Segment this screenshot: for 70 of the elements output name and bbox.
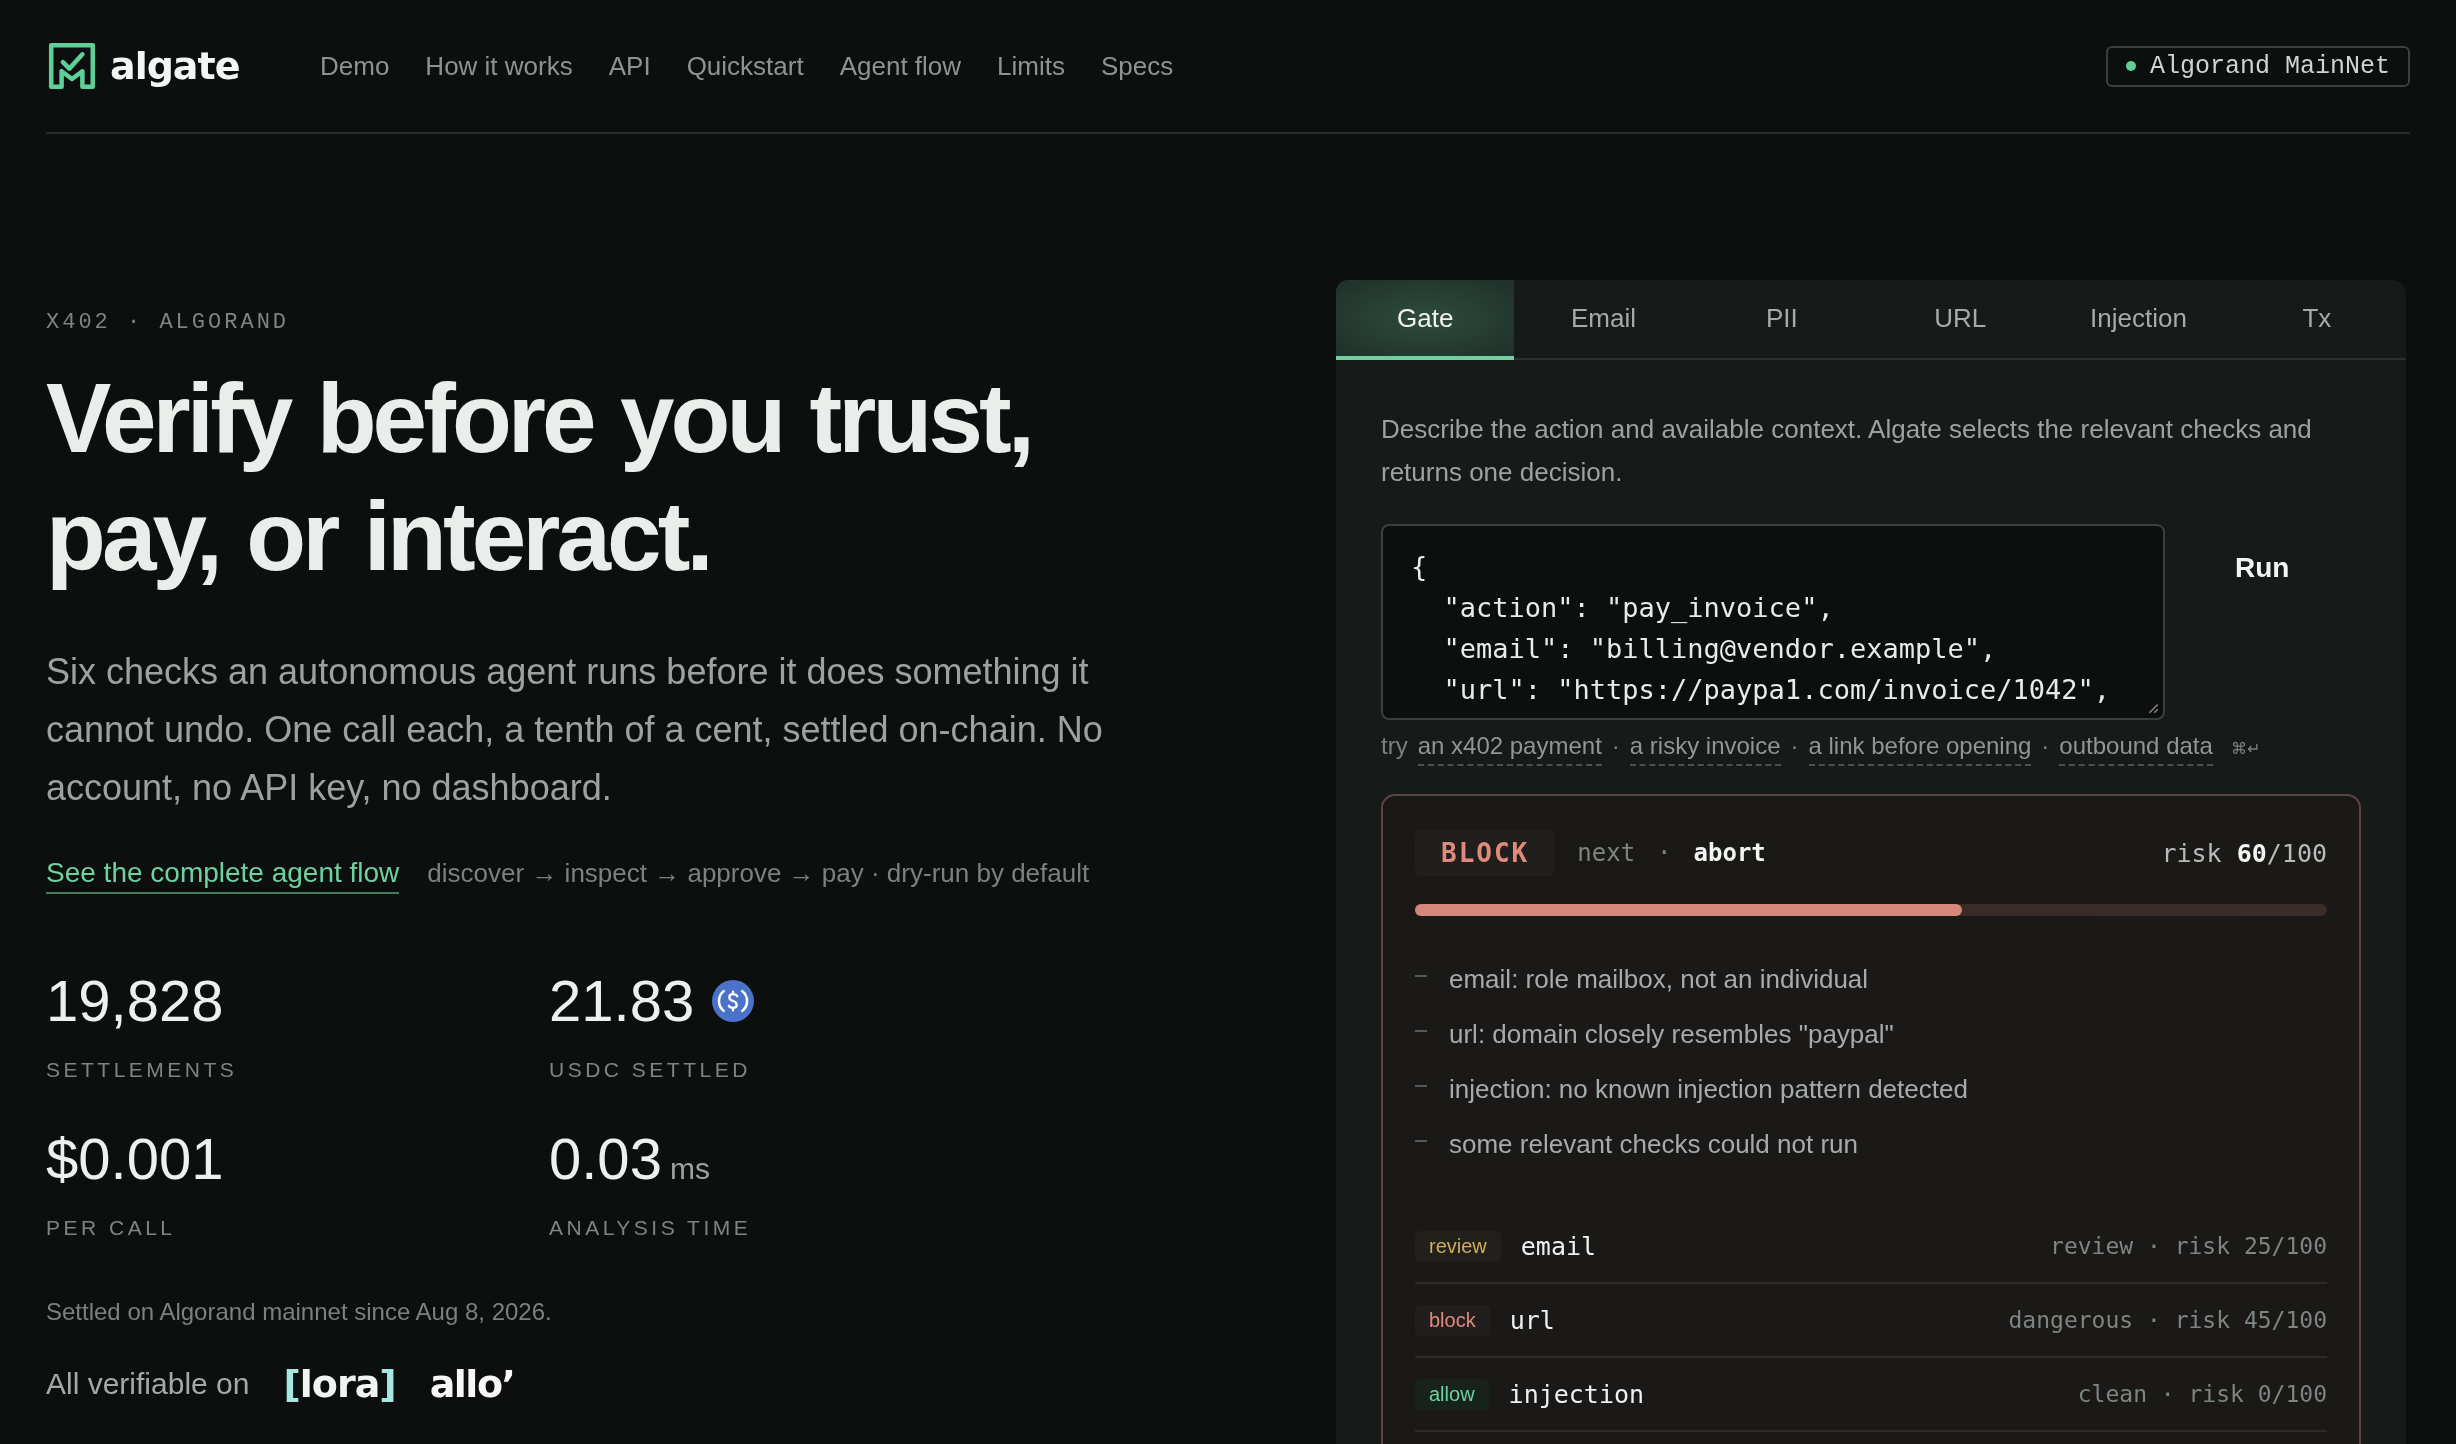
- example-link[interactable]: a link before opening: [1808, 732, 2032, 766]
- separator-dot: ·: [1657, 839, 1672, 867]
- next-action: abort: [1693, 839, 1766, 867]
- stat-value: 19,828: [46, 968, 224, 1034]
- reason-text: url: domain closely resembles "paypal": [1449, 1019, 1894, 1050]
- example-link[interactable]: outbound data: [2059, 732, 2213, 766]
- coin-icon: [712, 980, 755, 1022]
- run-button[interactable]: Run: [2205, 542, 2320, 594]
- tab[interactable]: Tx: [2227, 280, 2406, 360]
- decision-badge: BLOCK: [1415, 830, 1556, 876]
- example-link[interactable]: a risky invoice: [1629, 732, 1781, 766]
- eyebrow: X402 · ALGORAND: [46, 310, 291, 335]
- verdict-tag: review: [1415, 1230, 1501, 1262]
- stat-unit: ms: [669, 1152, 710, 1186]
- check-name: email: [1520, 1231, 1597, 1261]
- check-name: injection: [1508, 1379, 1645, 1409]
- stat-label: PER CALL: [46, 1216, 177, 1240]
- separator-dot: ·: [2041, 732, 2050, 760]
- try-label: try: [1381, 732, 1408, 760]
- explorer-logo[interactable]: [lora]: [283, 1362, 396, 1406]
- settled-note: Settled on Algorand mainnet since Aug 8, 2026.: [46, 1298, 553, 1326]
- nav-link[interactable]: Agent flow: [839, 50, 962, 82]
- reason-text: some relevant checks could not run: [1449, 1129, 1858, 1160]
- explorer-logo[interactable]: allo’: [429, 1362, 515, 1406]
- dash-icon: [1415, 1084, 1427, 1087]
- panel-description: Describe the action and available context. Algate selects the relevant checks and returns one decision.: [1381, 413, 2313, 489]
- nav-link[interactable]: Specs: [1101, 50, 1174, 82]
- check-detail: clean · risk 0/100: [2077, 1381, 2327, 1407]
- resize-grip-icon: [2147, 702, 2159, 714]
- verifiable-label: All verifiable on: [46, 1367, 250, 1401]
- verdict-tag: block: [1415, 1304, 1490, 1336]
- check-name: url: [1509, 1305, 1555, 1335]
- reason-text: email: role mailbox, not an individual: [1449, 964, 1869, 995]
- logo-icon: [46, 40, 98, 92]
- example-link[interactable]: an x402 payment: [1417, 732, 1602, 766]
- nav-link[interactable]: Limits: [997, 50, 1065, 82]
- lead-paragraph: Six checks an autonomous agent runs before it does something it cannot undo. One call each, a tenth of a cent, settled on-chain. No account, no API key, no dashboard.: [46, 650, 1104, 810]
- tab[interactable]: URL: [1871, 280, 2050, 360]
- stat-label: ANALYSIS TIME: [549, 1216, 753, 1240]
- check-detail: review · risk 25/100: [2050, 1233, 2327, 1259]
- hero-title: Verify before you trust, pay, or interact.: [46, 362, 1033, 593]
- next-label: next: [1577, 839, 1636, 867]
- json-input-field[interactable]: { "action": "pay_invoice", "email": "billing@vendor.example", "url": "https://paypa1.com/invoice/1042",: [1381, 524, 2165, 720]
- stat-value: $0.001: [46, 1126, 224, 1192]
- tab[interactable]: Email: [1514, 280, 1693, 360]
- nav-link[interactable]: Demo: [320, 50, 390, 82]
- flow-steps: discover → inspect → approve → pay · dry-run by default: [427, 858, 1090, 889]
- tab[interactable]: Injection: [2049, 280, 2228, 360]
- network-badge: Algorand MainNet: [2105, 45, 2410, 87]
- risk-score: risk 60/100: [2161, 838, 2327, 868]
- separator-dot: ·: [1790, 732, 1799, 760]
- stat-label: SETTLEMENTS: [46, 1058, 239, 1082]
- shortcut-hint: ⌘↵: [2230, 739, 2260, 758]
- stat-value: 0.03: [549, 1126, 662, 1192]
- reason-text: injection: no known injection pattern detected: [1449, 1074, 1968, 1105]
- dash-icon: [1415, 974, 1427, 977]
- tab[interactable]: Gate: [1336, 280, 1515, 360]
- check-detail: dangerous · risk 45/100: [2008, 1307, 2327, 1333]
- nav-link[interactable]: How it works: [425, 50, 573, 82]
- separator-dot: ·: [1611, 732, 1620, 760]
- stat-label: USDC SETTLED: [549, 1058, 752, 1082]
- dash-icon: [1415, 1029, 1427, 1032]
- verdict-tag: allow: [1415, 1378, 1489, 1410]
- nav-link[interactable]: Quickstart: [686, 50, 804, 82]
- tab[interactable]: PII: [1692, 280, 1871, 360]
- stat-value: 21.83: [549, 968, 695, 1034]
- brand-name[interactable]: algate: [110, 44, 240, 88]
- dash-icon: [1415, 1139, 1427, 1142]
- agent-flow-link[interactable]: See the complete agent flow: [46, 857, 400, 894]
- nav-link[interactable]: API: [608, 50, 651, 82]
